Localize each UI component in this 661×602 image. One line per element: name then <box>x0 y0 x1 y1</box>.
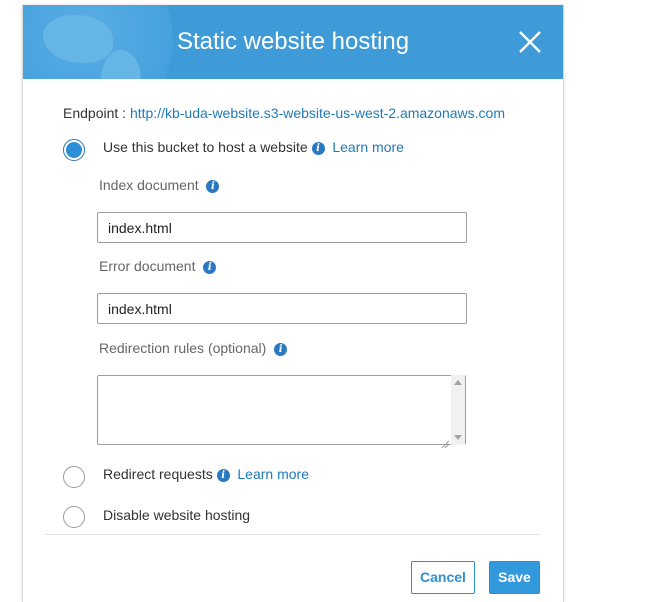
learn-more-link-redirect[interactable]: Learn more <box>237 466 309 482</box>
error-document-label-row: Error document i <box>99 258 217 274</box>
error-document-input[interactable] <box>97 293 467 324</box>
endpoint-link[interactable]: http://kb-uda-website.s3-website-us-west… <box>130 105 505 121</box>
option-disable-hosting: Disable website hosting <box>103 507 250 523</box>
static-website-hosting-dialog: Static website hosting Endpoint : http:/… <box>22 5 564 602</box>
radio-disable-hosting[interactable] <box>63 506 85 528</box>
redirection-rules-label: Redirection rules (optional) <box>99 340 267 356</box>
resize-grip-icon[interactable] <box>441 435 450 449</box>
option-redirect-requests: Redirect requests i Learn more <box>103 466 309 482</box>
info-icon[interactable]: i <box>311 142 325 155</box>
dialog-title: Static website hosting <box>176 28 410 55</box>
radio-redirect-requests[interactable] <box>63 466 85 488</box>
index-document-label-row: Index document i <box>99 177 220 193</box>
info-icon[interactable]: i <box>203 261 217 274</box>
textarea-scrollbar[interactable] <box>451 375 465 445</box>
option-disable-label: Disable website hosting <box>103 507 251 523</box>
info-icon[interactable]: i <box>206 180 220 193</box>
footer-divider <box>45 534 541 535</box>
learn-more-link-host[interactable]: Learn more <box>332 139 404 155</box>
scroll-up-icon[interactable] <box>454 380 462 385</box>
cancel-button[interactable]: Cancel <box>411 561 475 594</box>
radio-host-website[interactable] <box>63 139 85 161</box>
info-icon[interactable]: i <box>216 469 230 482</box>
option-host-label: Use this bucket to host a website <box>103 139 308 155</box>
redirection-rules-textarea[interactable] <box>97 375 466 445</box>
scroll-down-icon[interactable] <box>454 435 462 440</box>
index-document-label: Index document <box>99 177 199 193</box>
info-icon[interactable]: i <box>274 343 288 356</box>
option-redirect-label: Redirect requests <box>103 466 213 482</box>
error-document-label: Error document <box>99 258 196 274</box>
dialog-header: Static website hosting <box>23 5 563 79</box>
redirection-rules-label-row: Redirection rules (optional) i <box>99 340 288 356</box>
index-document-input[interactable] <box>97 212 467 243</box>
save-button[interactable]: Save <box>489 561 540 594</box>
option-host-website: Use this bucket to host a website i Lear… <box>103 139 404 155</box>
endpoint-row: Endpoint : http://kb-uda-website.s3-webs… <box>63 105 505 121</box>
endpoint-label: Endpoint : <box>63 105 127 121</box>
close-icon[interactable] <box>517 29 543 55</box>
